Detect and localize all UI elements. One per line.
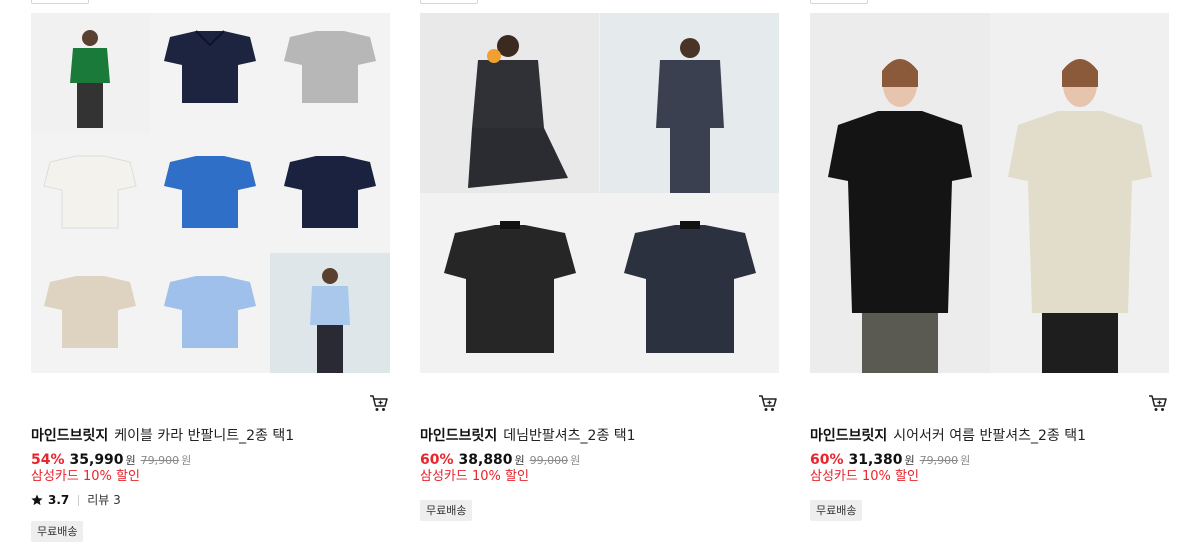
rating-row: 3.7 리뷰 3 bbox=[31, 491, 121, 509]
review-count[interactable]: 리뷰 3 bbox=[87, 491, 121, 509]
rating-value: 3.7 bbox=[48, 493, 70, 507]
rating-divider bbox=[78, 494, 80, 506]
product-title[interactable]: 마인드브릿지 케이블 카라 반팔니트_2종 택1 bbox=[31, 426, 391, 446]
product-grid: 마인드브릿지 케이블 카라 반팔니트_2종 택1 54% 35,990 원 79,900… bbox=[0, 0, 1183, 545]
top-chip bbox=[810, 0, 868, 4]
original-price: 79,900 bbox=[919, 454, 959, 467]
product-title[interactable]: 마인드브릿지 시어서커 여름 반팔셔츠_2종 택1 bbox=[810, 426, 1170, 446]
product-image[interactable] bbox=[810, 13, 1169, 373]
add-to-cart-button[interactable] bbox=[369, 393, 389, 413]
sale-price: 31,380 bbox=[848, 452, 903, 468]
product-card[interactable]: 마인드브릿지 데님반팔셔츠_2종 택1 60% 38,880 원 99,000 원 삼성카… bbox=[420, 0, 780, 545]
product-name[interactable]: 시어서커 여름 반팔셔츠_2종 택1 bbox=[893, 428, 1086, 444]
product-name[interactable]: 데님반팔셔츠_2종 택1 bbox=[503, 428, 635, 444]
product-card[interactable]: 마인드브릿지 케이블 카라 반팔니트_2종 택1 54% 35,990 원 79,900… bbox=[31, 0, 391, 545]
star-icon bbox=[31, 494, 43, 506]
discount-rate: 60% bbox=[420, 452, 454, 468]
cart-icon bbox=[1149, 395, 1167, 411]
product-name[interactable]: 케이블 카라 반팔니트_2종 택1 bbox=[114, 428, 294, 444]
brand-name[interactable]: 마인드브릿지 bbox=[420, 428, 497, 444]
product-title[interactable]: 마인드브릿지 데님반팔셔츠_2종 택1 bbox=[420, 426, 780, 446]
free-shipping-badge: 무료배송 bbox=[420, 500, 473, 521]
sale-price: 35,990 bbox=[69, 452, 124, 468]
original-price: 79,900 bbox=[140, 454, 180, 467]
discount-rate: 60% bbox=[810, 452, 844, 468]
card-discount-text: 삼성카드 10% 할인 bbox=[810, 469, 919, 484]
currency-unit: 원 bbox=[125, 454, 136, 467]
card-discount-text: 삼성카드 10% 할인 bbox=[31, 469, 140, 484]
free-shipping-badge: 무료배송 bbox=[31, 521, 84, 542]
brand-name[interactable]: 마인드브릿지 bbox=[31, 428, 108, 444]
top-chip bbox=[31, 0, 89, 4]
product-image[interactable] bbox=[31, 13, 390, 373]
add-to-cart-button[interactable] bbox=[1148, 393, 1168, 413]
product-image[interactable] bbox=[420, 13, 779, 373]
cart-icon bbox=[759, 395, 777, 411]
product-card[interactable]: 마인드브릿지 시어서커 여름 반팔셔츠_2종 택1 60% 31,380 원 79,90… bbox=[810, 0, 1170, 545]
top-chip bbox=[420, 0, 478, 4]
original-currency-unit: 원 bbox=[181, 454, 192, 467]
original-currency-unit: 원 bbox=[960, 454, 971, 467]
currency-unit: 원 bbox=[904, 454, 915, 467]
add-to-cart-button[interactable] bbox=[758, 393, 778, 413]
card-discount-text: 삼성카드 10% 할인 bbox=[420, 469, 529, 484]
currency-unit: 원 bbox=[514, 454, 525, 467]
original-price: 99,000 bbox=[529, 454, 569, 467]
discount-rate: 54% bbox=[31, 452, 65, 468]
sale-price: 38,880 bbox=[458, 452, 513, 468]
brand-name[interactable]: 마인드브릿지 bbox=[810, 428, 887, 444]
cart-icon bbox=[370, 395, 388, 411]
free-shipping-badge: 무료배송 bbox=[810, 500, 863, 521]
original-currency-unit: 원 bbox=[570, 454, 581, 467]
